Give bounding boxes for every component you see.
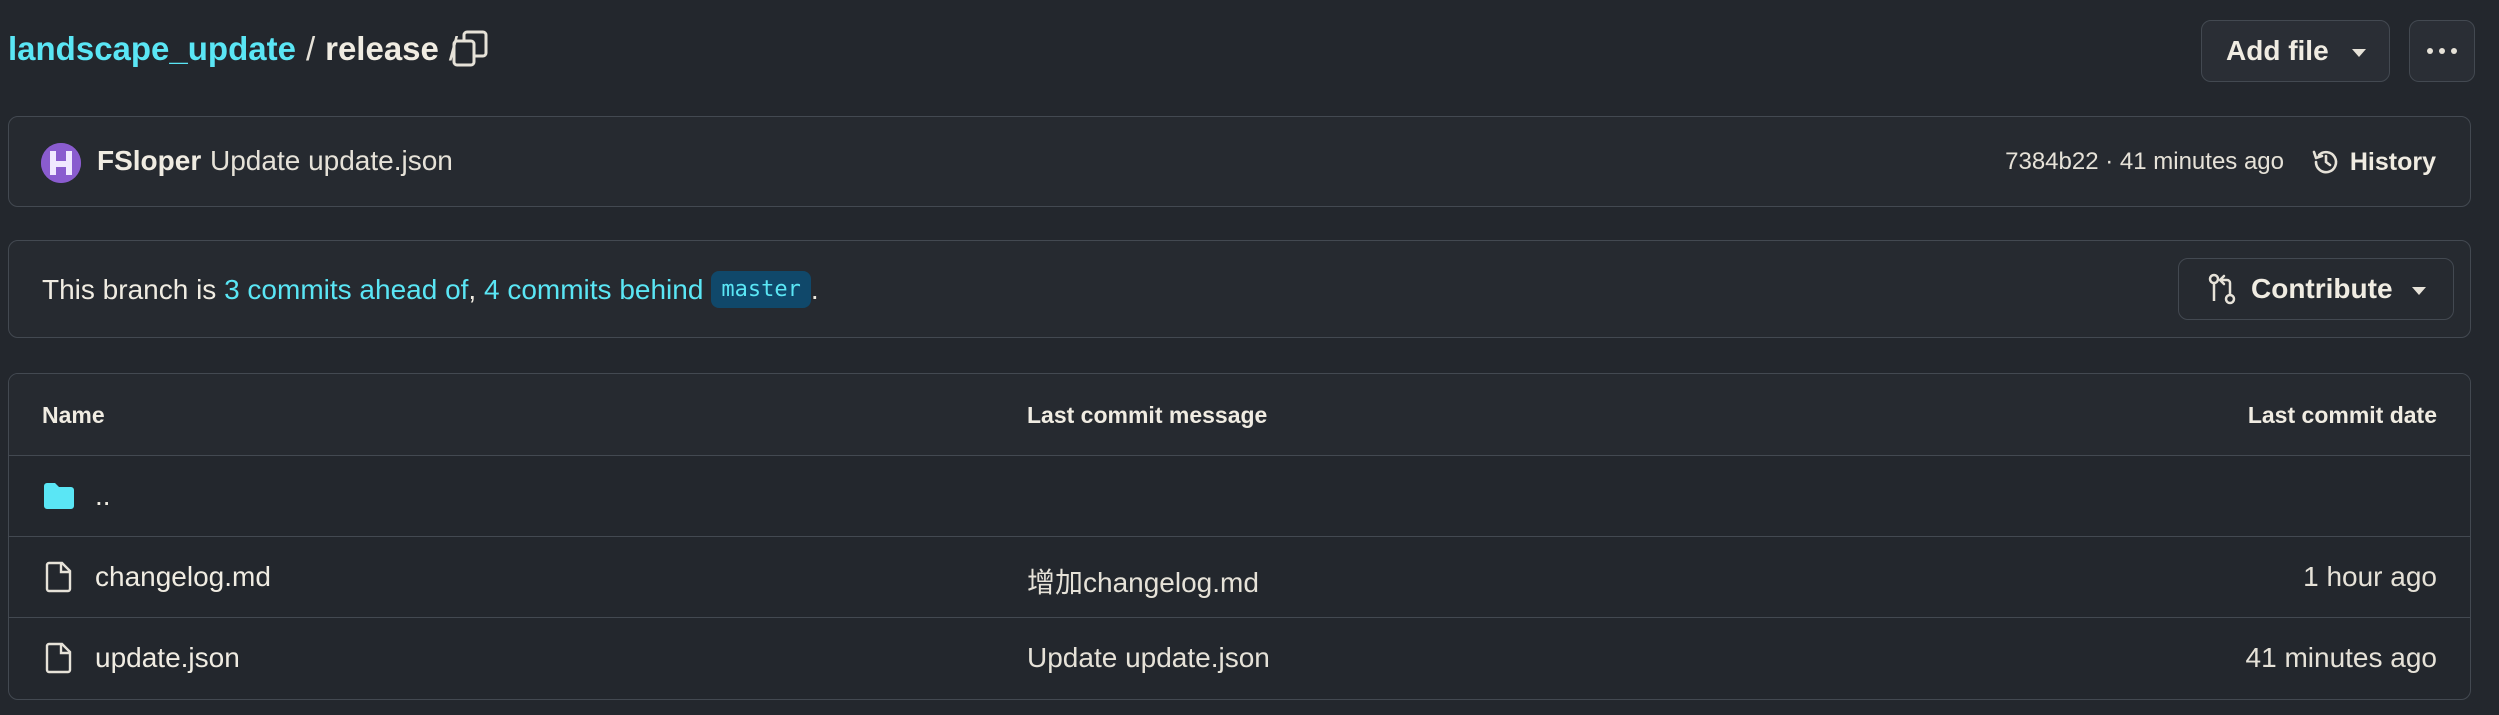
folder-icon — [44, 483, 74, 509]
branch-status-box: This branch is 3 commits ahead of , 4 co… — [8, 240, 2471, 338]
avatar[interactable] — [41, 143, 81, 183]
git-compare-icon — [2208, 273, 2236, 305]
file-commit-message-link[interactable]: Update update.json — [1027, 642, 1270, 674]
branch-status-comma: , — [468, 273, 484, 305]
breadcrumb: landscape_update / release / — [8, 24, 468, 74]
commits-behind-link[interactable]: 4 commits behind — [484, 274, 703, 306]
file-commit-date: 41 minutes ago — [2245, 642, 2437, 673]
commit-time: 41 minutes ago — [2119, 148, 2284, 175]
breadcrumb-separator: / — [305, 30, 316, 67]
page-header: landscape_update / release / Add file — [0, 0, 2499, 100]
contribute-label: Contribute — [2251, 273, 2393, 304]
add-file-label: Add file — [2226, 35, 2329, 66]
chevron-down-icon — [2352, 49, 2366, 57]
branch-status-suffix: . — [810, 273, 819, 305]
file-browser-page: landscape_update / release / Add file FS… — [0, 0, 2499, 715]
file-name-link[interactable]: changelog.md — [95, 561, 271, 593]
file-name-link[interactable]: update.json — [95, 642, 240, 674]
file-commit-message-link[interactable]: 增加changelog.md — [1027, 561, 1259, 601]
base-branch-badge[interactable]: master — [711, 271, 811, 308]
parent-directory-link[interactable]: .. — [95, 480, 111, 512]
breadcrumb-repo-link[interactable]: landscape_update — [8, 24, 296, 74]
table-header: Name Last commit message Last commit dat… — [9, 374, 2470, 456]
identicon-icon — [41, 143, 81, 183]
latest-commit-box: FSloper Update update.json 7384b22 · 41 … — [8, 116, 2471, 207]
history-button[interactable]: History — [2310, 139, 2436, 185]
copy-path-button[interactable] — [452, 29, 488, 69]
file-icon — [45, 561, 72, 593]
kebab-horizontal-icon — [2427, 48, 2433, 54]
branch-status-text: This branch is 3 commits ahead of , 4 co… — [42, 271, 819, 308]
column-header-message: Last commit message — [1027, 402, 1268, 428]
branch-status-prefix: This branch is — [42, 273, 225, 305]
kebab-horizontal-icon — [2451, 48, 2457, 54]
more-options-button[interactable] — [2409, 20, 2475, 82]
file-commit-date: 1 hour ago — [2303, 561, 2437, 592]
chevron-down-icon — [2412, 287, 2426, 295]
commit-meta: 7384b22 · 41 minutes ago — [2005, 148, 2284, 176]
commit-hash-link[interactable]: 7384b22 — [2005, 148, 2098, 175]
column-header-date: Last commit date — [2247, 402, 2437, 428]
history-label: History — [2349, 147, 2436, 176]
commit-author-link[interactable]: FSloper — [97, 145, 201, 177]
file-table: Name Last commit message Last commit dat… — [8, 373, 2471, 700]
commit-message-link[interactable]: Update update.json — [210, 145, 453, 177]
commits-ahead-link[interactable]: 3 commits ahead of — [224, 274, 468, 306]
add-file-button[interactable]: Add file — [2201, 20, 2390, 82]
table-row: changelog.md 增加changelog.md 1 hour ago — [9, 537, 2470, 618]
file-icon — [45, 642, 72, 674]
history-icon — [2312, 150, 2338, 174]
contribute-button[interactable]: Contribute — [2178, 258, 2454, 320]
parent-directory-row[interactable]: .. — [9, 456, 2470, 537]
column-header-name: Name — [42, 402, 105, 428]
table-row: update.json Update update.json 41 minute… — [9, 618, 2470, 699]
commit-meta-separator: · — [2098, 148, 2120, 175]
copy-icon — [452, 30, 488, 67]
kebab-horizontal-icon — [2439, 48, 2445, 54]
breadcrumb-current-folder: release — [325, 30, 439, 67]
